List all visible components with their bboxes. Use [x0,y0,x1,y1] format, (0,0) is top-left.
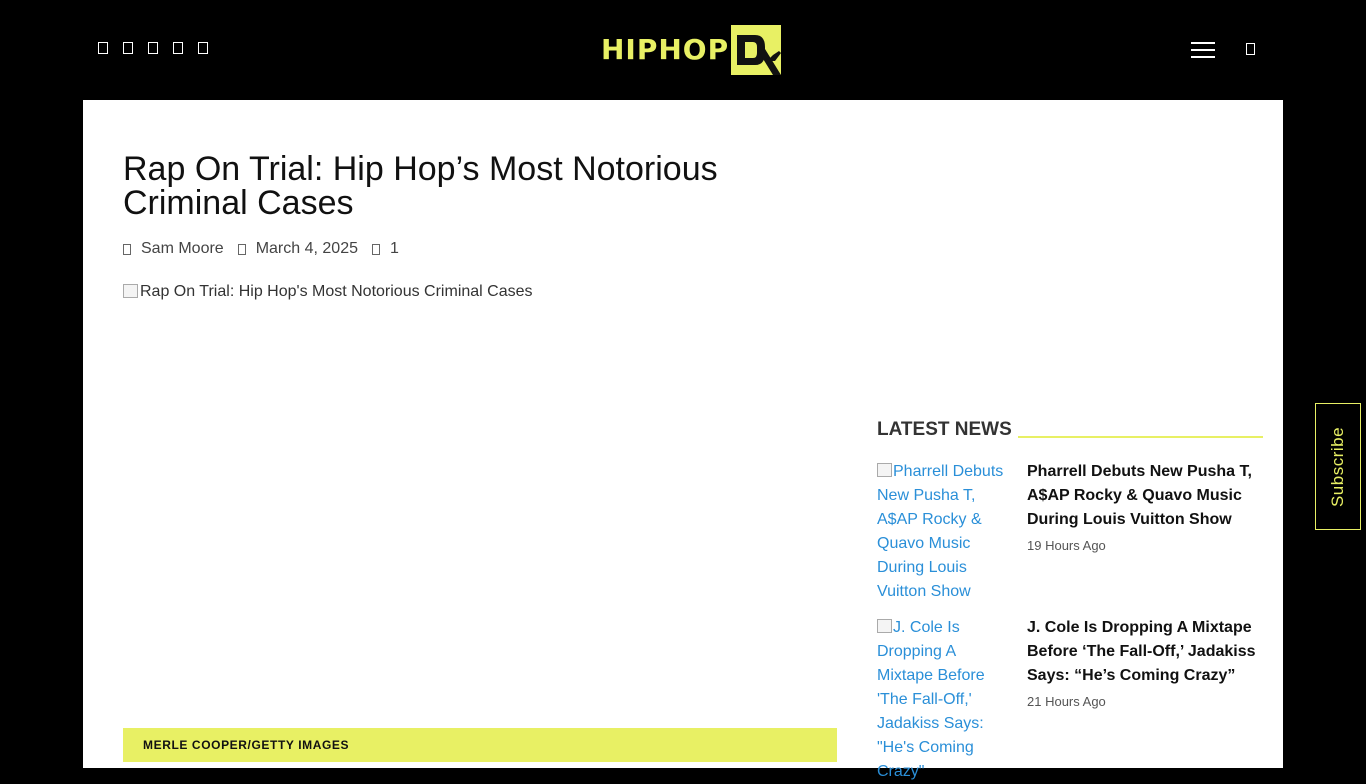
logo-dx-mark [731,25,782,75]
comment-icon [371,243,380,255]
social-links [98,42,208,56]
logo-text: HIPHOP [601,33,730,66]
article-card: Rap On Trial: Hip Hop’s Most Notorious C… [83,100,1283,780]
article-meta: Sam Moore March 4, 2025 1 [123,240,399,258]
facebook-icon[interactable] [98,42,108,54]
hamburger-menu-icon[interactable] [1191,42,1215,58]
latest-news-title: LATEST NEWS [877,419,1012,440]
latest-news-heading: LATEST NEWS [877,418,1263,442]
news-timestamp: 19 Hours Ago [1027,538,1106,553]
site-header: HIPHOP [0,0,1366,100]
instagram-icon[interactable] [148,42,158,54]
image-credit: MERLE COOPER/GETTY IMAGES [123,728,837,762]
search-icon[interactable] [1246,43,1255,55]
news-thumbnail[interactable]: Pharrell Debuts New Pusha T, A$AP Rocky … [877,460,1013,604]
news-thumbnail-alt: J. Cole Is Dropping A Mixtape Before 'Th… [877,619,985,780]
twitter-icon[interactable] [123,42,133,54]
tiktok-icon[interactable] [198,42,208,54]
youtube-icon[interactable] [173,42,183,54]
heading-underline [1017,436,1263,438]
publish-date: March 4, 2025 [255,240,358,257]
user-icon [123,243,131,255]
news-thumbnail-alt: Pharrell Debuts New Pusha T, A$AP Rocky … [877,463,1004,600]
news-title[interactable]: Pharrell Debuts New Pusha T, A$AP Rocky … [1027,460,1263,532]
broken-image-icon [123,284,138,298]
news-timestamp: 21 Hours Ago [1027,694,1106,709]
hero-image-alt: Rap On Trial: Hip Hop's Most Notorious C… [140,283,533,300]
comment-count[interactable]: 1 [390,240,399,258]
calendar-icon [237,243,246,255]
subscribe-label: Subscribe [1328,426,1348,507]
site-logo[interactable]: HIPHOP [601,24,782,76]
article-hero-image: Rap On Trial: Hip Hop's Most Notorious C… [123,283,837,723]
news-title[interactable]: J. Cole Is Dropping A Mixtape Before ‘Th… [1027,616,1263,688]
article-title: Rap On Trial: Hip Hop’s Most Notorious C… [123,150,718,222]
news-thumbnail[interactable]: J. Cole Is Dropping A Mixtape Before 'Th… [877,616,1013,784]
author-name[interactable]: Sam Moore [141,240,224,258]
subscribe-button[interactable]: Subscribe [1315,403,1361,530]
broken-image-icon [877,619,892,633]
broken-image-icon [877,463,892,477]
